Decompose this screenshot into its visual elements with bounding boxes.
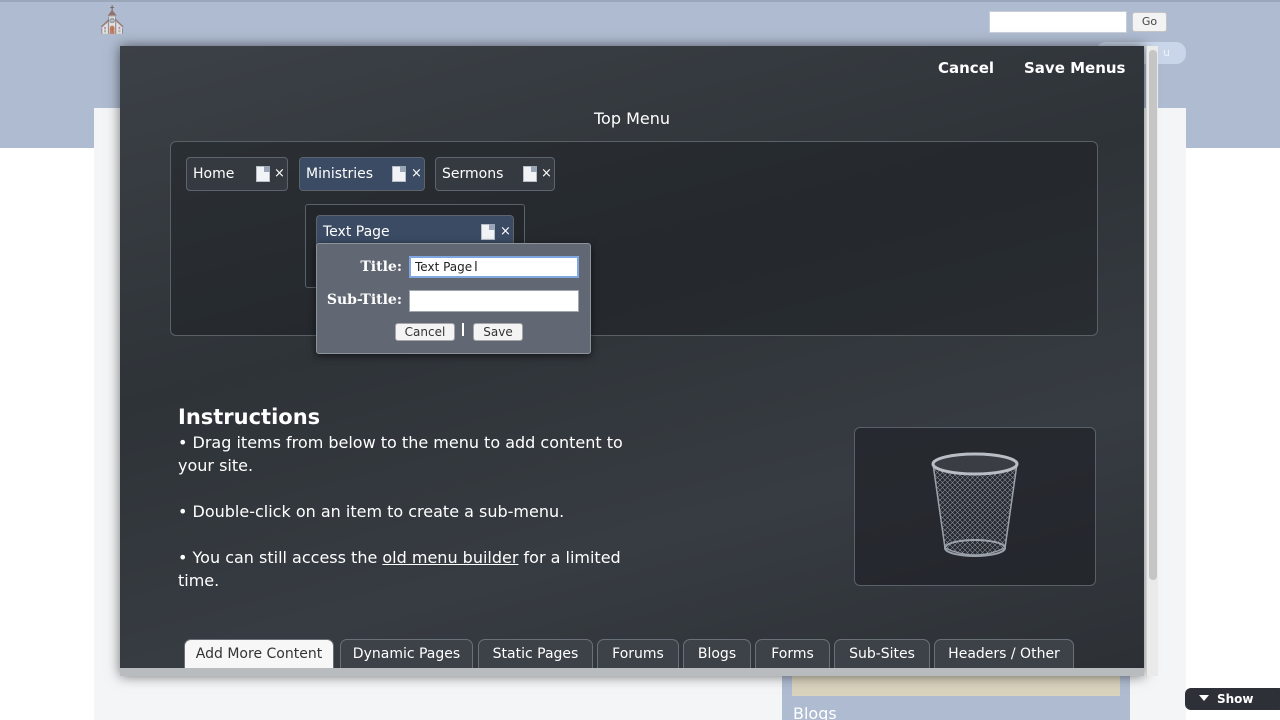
edit-page-icon[interactable] <box>256 166 270 182</box>
title-label: Title: <box>360 259 402 275</box>
tab-sub-sites[interactable]: Sub-Sites <box>834 639 930 670</box>
edit-page-icon[interactable] <box>392 166 406 182</box>
separator <box>462 323 464 336</box>
instruction-old-builder: • You can still access the old menu buil… <box>178 546 638 592</box>
menu-item-ministries[interactable]: Ministries × <box>299 157 425 191</box>
site-search-input[interactable] <box>989 11 1127 33</box>
save-menus-button[interactable]: Save Menus <box>1024 59 1125 77</box>
popup-cancel-button[interactable]: Cancel <box>395 323 455 341</box>
menu-heading: Top Menu <box>593 109 670 128</box>
tab-dynamic-pages[interactable]: Dynamic Pages <box>340 639 473 670</box>
menu-item-label: Sermons <box>442 166 504 182</box>
menu-item-sermons[interactable]: Sermons × <box>435 157 555 191</box>
tab-add-more-content[interactable]: Add More Content <box>184 639 334 670</box>
tab-static-pages[interactable]: Static Pages <box>478 639 593 670</box>
instructions-panel: Instructions • Drag items from below to … <box>178 406 638 592</box>
tab-blogs[interactable]: Blogs <box>683 639 751 670</box>
menu-builder-modal: Cancel Save Menus Top Menu Home × Minist… <box>120 46 1144 676</box>
modal-scrollbar[interactable] <box>1146 46 1158 676</box>
instruction-double-click: • Double-click on an item to create a su… <box>178 502 565 521</box>
menu-drop-area[interactable]: Home × Ministries × Sermons × Text Page … <box>170 141 1098 336</box>
tab-headers-other[interactable]: Headers / Other <box>934 639 1074 670</box>
site-go-button[interactable]: Go <box>1132 12 1167 32</box>
close-icon[interactable]: × <box>411 158 422 190</box>
menu-item-label: Home <box>193 166 235 182</box>
edit-page-icon[interactable] <box>523 166 537 182</box>
popup-save-button[interactable]: Save <box>473 323 523 341</box>
chevron-down-icon <box>1199 695 1209 701</box>
site-map-image <box>792 676 1120 696</box>
text-cursor-icon: I <box>474 260 478 275</box>
menu-item-label: Ministries <box>306 166 374 182</box>
trash-can-icon <box>931 452 1019 557</box>
subtitle-input[interactable] <box>409 290 579 312</box>
site-blogs-heading: Blogs <box>793 704 837 720</box>
menu-item-home[interactable]: Home × <box>186 157 288 191</box>
edit-item-popup: Title: I Sub-Title: Cancel Save <box>316 243 591 354</box>
show-label: Show <box>1217 692 1254 706</box>
title-input[interactable] <box>409 256 579 278</box>
scrollbar-thumb[interactable] <box>1149 50 1157 580</box>
old-menu-builder-link[interactable]: old menu builder <box>382 548 518 567</box>
tab-content-strip <box>120 668 1144 676</box>
trash-drop-zone[interactable] <box>854 427 1096 586</box>
instructions-title: Instructions <box>178 405 321 429</box>
instruction-drag: • Drag items from below to the menu to a… <box>178 433 623 475</box>
instruction-text: • You can still access the <box>178 548 383 567</box>
site-logo: ⛪ <box>96 6 129 36</box>
cancel-button[interactable]: Cancel <box>938 59 994 77</box>
subtitle-label: Sub-Title: <box>326 292 402 308</box>
close-icon[interactable]: × <box>274 158 285 190</box>
edit-page-icon[interactable] <box>481 224 495 240</box>
close-icon[interactable]: × <box>541 158 552 190</box>
tab-forums[interactable]: Forums <box>597 639 679 670</box>
show-toggle-button[interactable]: Show <box>1185 688 1280 710</box>
menu-item-label: Text Page <box>323 224 390 240</box>
tab-forms[interactable]: Forms <box>755 639 830 670</box>
